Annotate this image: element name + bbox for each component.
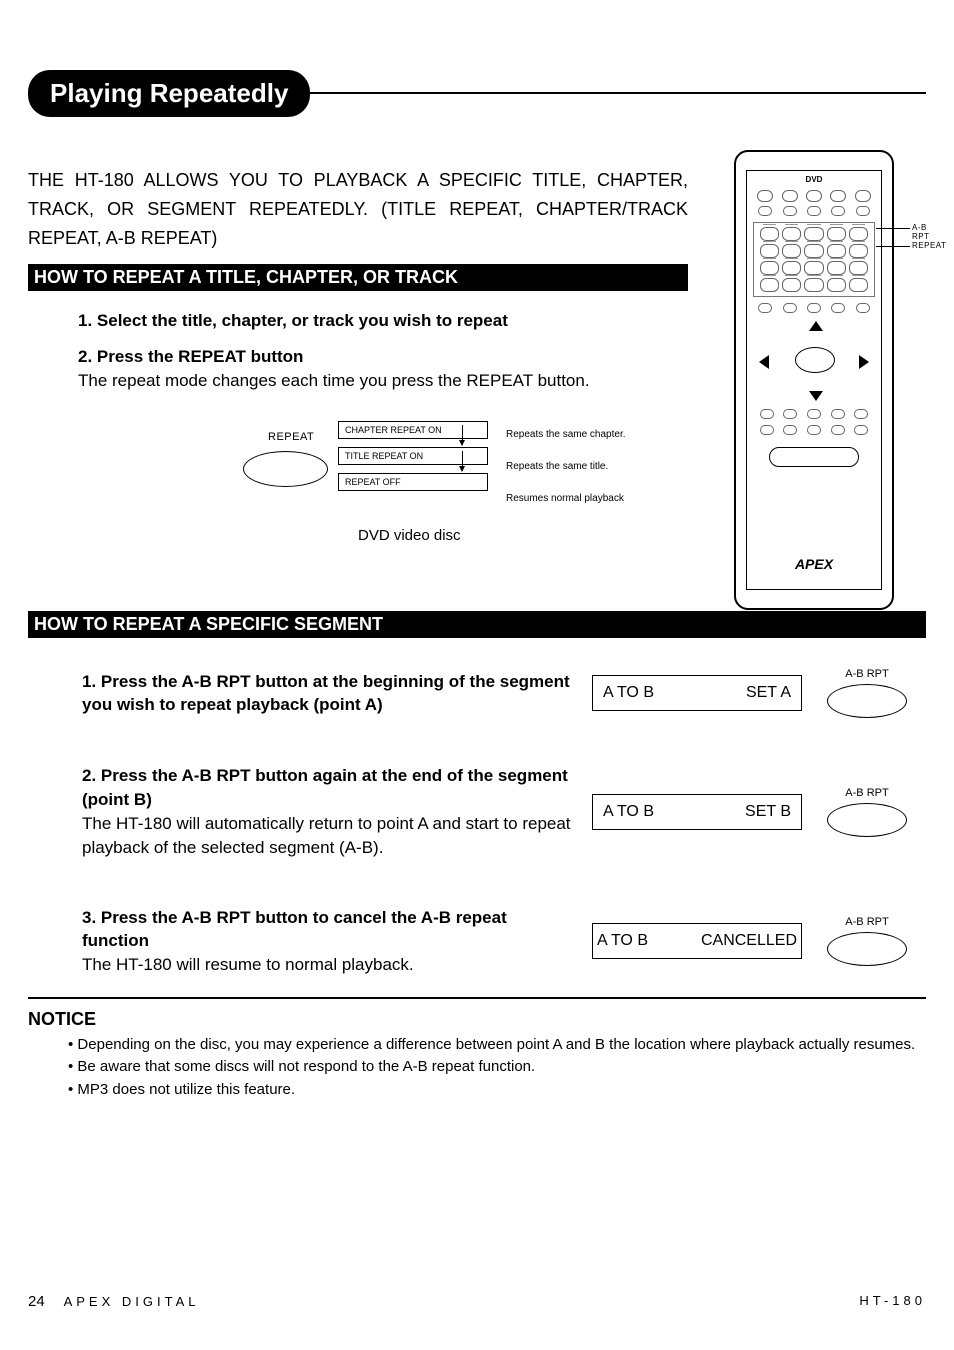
page-title: Playing Repeatedly [28, 70, 310, 117]
notice-item: • MP3 does not utilize this feature. [68, 1079, 926, 1102]
footer-brand: APEX DIGITAL [64, 1294, 200, 1309]
ab-display: A TO B SET A [592, 675, 802, 711]
section1-step2: 2. Press the REPEAT button [78, 347, 688, 367]
footer-left: 24 APEX DIGITAL [28, 1293, 200, 1310]
ab-display: A TO B SET B [592, 794, 802, 830]
remote-abrpt-label: A-B RPT [912, 223, 930, 241]
intro-text: THE HT-180 ALLOWS YOU TO PLAYBACK A SPEC… [28, 166, 688, 252]
down-arrow-icon [462, 425, 463, 445]
ab-step-body: The HT-180 will automatically return to … [82, 812, 572, 860]
state-text: CHAPTER REPEAT ON [345, 425, 442, 435]
ab-step: 1. Press the A-B RPT button at the begin… [82, 668, 926, 718]
state-box: CHAPTER REPEAT ON [338, 421, 488, 439]
ab-btn-label: A-B RPT [822, 668, 912, 680]
ab-step-bold: 2. Press the A-B RPT button again at the… [82, 764, 572, 812]
state-box: REPEAT OFF [338, 473, 488, 491]
ab-display-left: A TO B [603, 803, 654, 821]
ab-step-bold: 1. Press the A-B RPT button at the begin… [82, 670, 572, 718]
ab-step-body: The HT-180 will resume to normal playbac… [82, 953, 572, 977]
ab-display-right: CANCELLED [701, 932, 797, 950]
down-arrow-icon [462, 451, 463, 471]
section1-heading: HOW TO REPEAT A TITLE, CHAPTER, OR TRACK [28, 264, 688, 291]
ab-display-left: A TO B [597, 932, 648, 950]
ab-button-drawing [827, 932, 907, 966]
ab-btn-label: A-B RPT [822, 787, 912, 799]
repeat-label: REPEAT [268, 431, 314, 443]
notice-list: • Depending on the disc, you may experie… [28, 1034, 926, 1102]
page-number: 24 [28, 1293, 45, 1310]
notice-item: • Be aware that some discs will not resp… [68, 1056, 926, 1079]
section1-step2-body: The repeat mode changes each time you pr… [78, 371, 688, 391]
brand-logo: APEX [736, 556, 892, 572]
state-text: TITLE REPEAT ON [345, 451, 423, 461]
remote-control-drawing: DVD [734, 150, 894, 610]
state-text: REPEAT OFF [345, 477, 401, 487]
remote-repeat-label: REPEAT [912, 241, 946, 250]
ab-display-left: A TO B [603, 684, 654, 702]
state-box: TITLE REPEAT ON [338, 447, 488, 465]
section1-step1: 1. Select the title, chapter, or track y… [78, 311, 688, 331]
repeat-button-drawing [243, 451, 328, 487]
notice-heading: NOTICE [28, 1009, 926, 1030]
ab-button-drawing [827, 803, 907, 837]
state-list: CHAPTER REPEAT ON TITLE REPEAT ON REPEAT… [338, 421, 488, 499]
callout-line [876, 246, 910, 247]
footer-model: HT-180 [859, 1293, 926, 1310]
section1-steps: 1. Select the title, chapter, or track y… [28, 311, 688, 391]
state-desc: Repeats the same title. [506, 461, 608, 472]
callout-line [876, 228, 910, 229]
dvd-caption: DVD video disc [358, 527, 461, 544]
ab-display-right: SET A [746, 684, 791, 702]
ab-step-bold: 3. Press the A-B RPT button to cancel th… [82, 906, 572, 954]
notice-item: • Depending on the disc, you may experie… [68, 1034, 926, 1057]
ab-btn-label: A-B RPT [822, 916, 912, 928]
state-desc: Resumes normal playback [506, 493, 624, 504]
title-area: Playing Repeatedly [28, 70, 926, 116]
section2-heading: HOW TO REPEAT A SPECIFIC SEGMENT [28, 611, 926, 638]
ab-button-drawing [827, 684, 907, 718]
ab-display-right: SET B [745, 803, 791, 821]
ab-step: 3. Press the A-B RPT button to cancel th… [82, 906, 926, 977]
divider [28, 997, 926, 999]
ab-display: A TO B CANCELLED [592, 923, 802, 959]
state-desc: Repeats the same chapter. [506, 429, 626, 440]
ab-step: 2. Press the A-B RPT button again at the… [82, 764, 926, 859]
